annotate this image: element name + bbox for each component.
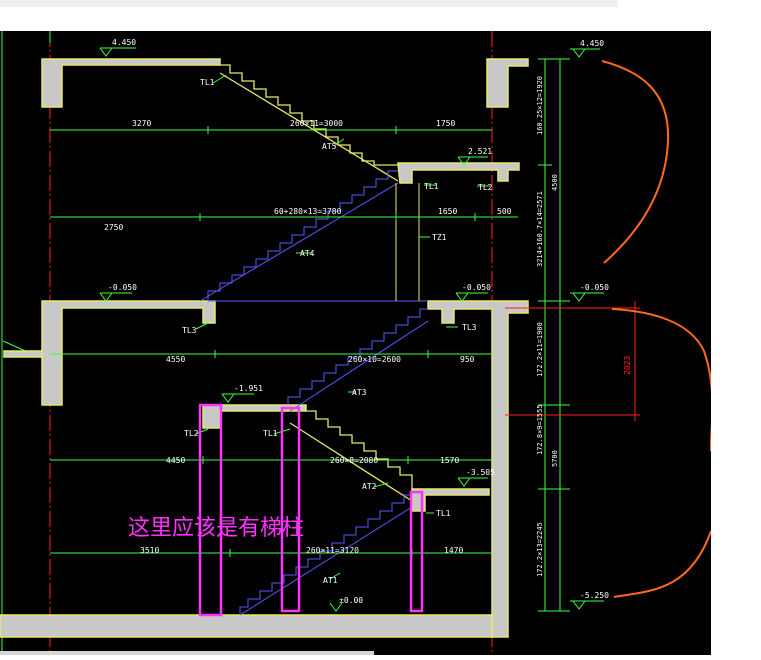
flight-at1: AT1: [323, 576, 338, 585]
flight-at4: AT4: [300, 249, 315, 258]
stair-section-drawing: 4.450 4.450 2.521 -0.050 -0.050 -0.050 -…: [0, 31, 714, 655]
dim-row4-0: 4450: [166, 456, 185, 465]
bottom-slab: [0, 614, 493, 638]
level-mid-landing: 2.521: [468, 147, 492, 156]
left-edge-lines: [1, 31, 31, 655]
top-right-post: [486, 58, 529, 108]
dim-row1-2: 1750: [436, 119, 455, 128]
beam-tz1: TZ1: [432, 233, 447, 242]
highlight-column-middle: [280, 406, 301, 613]
window-top-bar: [0, 0, 618, 7]
vertical-dim-labels: 160.25×12=1920 4500 3214+160.7×14=2571 1…: [536, 76, 559, 577]
dim-row1-0: 3270: [132, 119, 151, 128]
orange-curve-top: [601, 60, 670, 264]
dim-row5-1: 260×11=3120: [306, 546, 359, 555]
dim-vertical-0: 160.25×12=1920: [536, 76, 544, 135]
beam-tl1-d: TL1: [436, 509, 451, 518]
level-basement-landing: -1.951: [234, 384, 263, 393]
top-left-slab: [41, 58, 221, 108]
dim-vertical-3: 172.2×11=1900: [536, 322, 544, 377]
dim-row2-3: 500: [497, 207, 512, 216]
dim-vertical-6: 172.2×13=2245: [536, 522, 544, 577]
annotation-text: 这里应该是有梯柱: [128, 516, 304, 541]
dim-vertical-2: 3214+160.7×14=2571: [536, 191, 544, 267]
flight-at2-steps: [306, 410, 413, 489]
level-floor-right: -0.050: [462, 283, 491, 292]
beam-tl1-b: TL1: [424, 182, 439, 191]
dim-row3-0: 4550: [166, 355, 185, 364]
dim-vertical-1: 4500: [551, 174, 559, 191]
cad-drawing-viewport[interactable]: 4.450 4.450 2.521 -0.050 -0.050 -0.050 -…: [0, 31, 714, 655]
level-bottom-mark: ±0.00: [339, 596, 363, 605]
horizontal-scrollbar[interactable]: [0, 651, 374, 655]
floor-left-slab: [41, 300, 216, 406]
dim-row2-1: 60+280×13=3780: [274, 207, 342, 216]
dim-row2-0: 2750: [104, 223, 123, 232]
dim-row3-2: 950: [460, 355, 475, 364]
dim-row2-2: 1650: [438, 207, 457, 216]
flight-at5: AT5: [322, 142, 337, 151]
axis-lines: [49, 31, 493, 655]
dim-row5-0: 3510: [140, 546, 159, 555]
dim-row5-2: 1470: [444, 546, 463, 555]
beam-tl2-a: TL2: [478, 183, 493, 192]
red-dim-label: 2023: [623, 356, 632, 375]
level-top: 4.450: [112, 38, 136, 47]
dim-row4-2: 1570: [440, 456, 459, 465]
orange-curve-bottom: [613, 530, 712, 598]
dim-row3-1: 260×10=2600: [348, 355, 401, 364]
level-floor: -0.050: [108, 283, 137, 292]
flight-at2: AT2: [362, 482, 377, 491]
beam-tl3-b: TL3: [462, 323, 477, 332]
level-bottom: -5.250: [580, 591, 609, 600]
orange-curve-middle: [611, 308, 714, 452]
flight-at1-steps: [239, 494, 412, 615]
orange-sketch-curves: [601, 60, 714, 598]
dim-row1-1: 260×11=3000: [290, 119, 343, 128]
level-top-right: 4.450: [580, 39, 604, 48]
beam-tl1-a: TL1: [200, 78, 215, 87]
dim-vertical-4: 172.8×9=1555: [536, 404, 544, 455]
beam-tl2-b: TL2: [184, 429, 199, 438]
red-dimension: [505, 301, 640, 421]
mid-landing-slab: [397, 162, 520, 184]
lower-landing-slab: [411, 488, 490, 512]
dim-vertical-5: 5700: [551, 450, 559, 467]
dim-row4-1: 260×8=2080: [330, 456, 378, 465]
flight-at3: AT3: [352, 388, 367, 397]
beam-tl3-a: TL3: [182, 326, 197, 335]
tz1-column-lines: [395, 183, 420, 301]
flight-at4-steps: [207, 170, 398, 301]
floor-left-stub: [3, 350, 43, 358]
beam-tl1-c: TL1: [263, 429, 278, 438]
highlight-column-left: [198, 403, 223, 617]
level-floor-far-right: -0.050: [580, 283, 609, 292]
level-lower-landing: -3.505: [466, 468, 495, 477]
flight-at5-steps: [220, 64, 398, 166]
